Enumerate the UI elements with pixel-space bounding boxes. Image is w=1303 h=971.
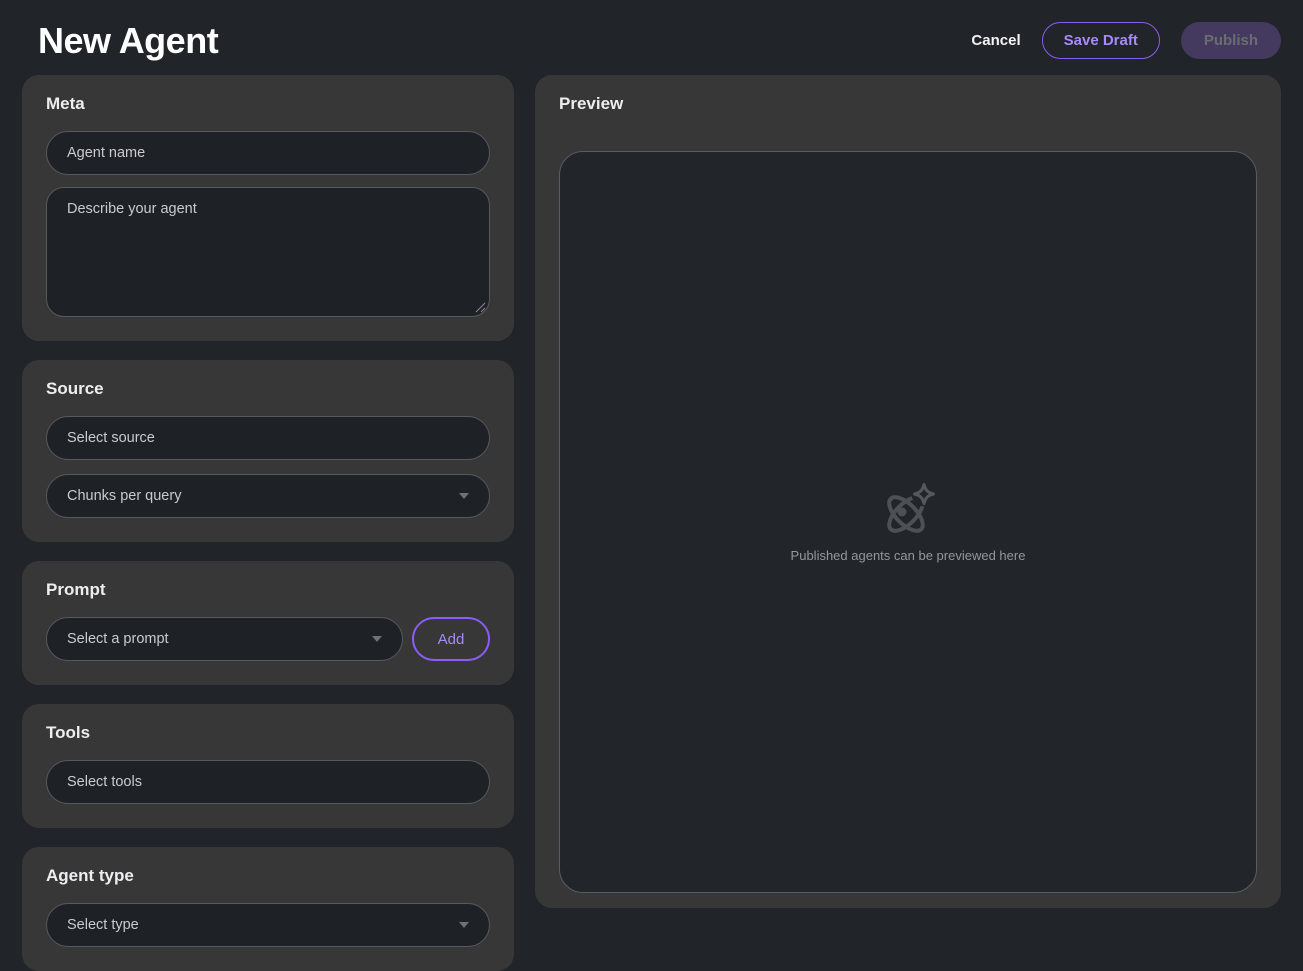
chunks-per-query-select[interactable]: Chunks per query (46, 474, 490, 518)
preview-empty-state: Published agents can be previewed here (559, 151, 1257, 893)
chunks-per-query-value: Chunks per query (67, 488, 181, 504)
select-tools-input[interactable] (46, 760, 490, 804)
chevron-down-icon (459, 922, 469, 928)
form-column: Meta Source Chunks per query Prompt (22, 75, 514, 971)
prompt-select[interactable]: Select a prompt (46, 617, 403, 661)
header-actions: Cancel Save Draft Publish (971, 22, 1281, 59)
save-draft-button[interactable]: Save Draft (1042, 22, 1160, 59)
agent-name-input[interactable] (46, 131, 490, 175)
tools-card: Tools (22, 704, 514, 828)
add-prompt-button[interactable]: Add (412, 617, 490, 661)
agent-type-card: Agent type Select type (22, 847, 514, 971)
preview-card: Preview Published agents can be previewe… (535, 75, 1281, 908)
preview-empty-text: Published agents can be previewed here (791, 548, 1026, 563)
agent-type-heading: Agent type (46, 866, 490, 886)
tools-heading: Tools (46, 723, 490, 743)
chevron-down-icon (372, 636, 382, 642)
prompt-row: Select a prompt Add (46, 617, 490, 661)
preview-heading: Preview (559, 94, 1257, 114)
header: New Agent Cancel Save Draft Publish (0, 0, 1303, 75)
main-content: Meta Source Chunks per query Prompt (0, 75, 1303, 971)
agent-type-select[interactable]: Select type (46, 903, 490, 947)
atom-sparkle-icon (879, 481, 937, 539)
cancel-button[interactable]: Cancel (971, 32, 1020, 49)
preview-column: Preview Published agents can be previewe… (535, 75, 1281, 908)
agent-description-textarea[interactable] (46, 187, 490, 317)
prompt-card: Prompt Select a prompt Add (22, 561, 514, 685)
source-heading: Source (46, 379, 490, 399)
publish-button[interactable]: Publish (1181, 22, 1281, 59)
resize-handle-icon[interactable] (475, 302, 486, 313)
chevron-down-icon (459, 493, 469, 499)
meta-card: Meta (22, 75, 514, 341)
agent-description-wrap (46, 187, 490, 317)
page-title: New Agent (38, 20, 218, 62)
select-source-input[interactable] (46, 416, 490, 460)
source-card: Source Chunks per query (22, 360, 514, 542)
prompt-heading: Prompt (46, 580, 490, 600)
agent-type-value: Select type (67, 917, 139, 933)
prompt-select-value: Select a prompt (67, 631, 169, 647)
meta-heading: Meta (46, 94, 490, 114)
